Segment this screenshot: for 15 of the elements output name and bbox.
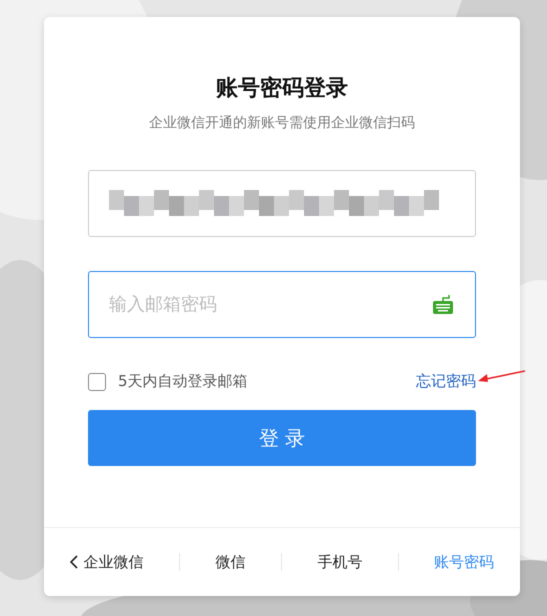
chevron-left-icon	[70, 555, 78, 569]
login-method-tab[interactable]: 账号密码	[434, 552, 494, 572]
account-field[interactable]	[88, 170, 476, 237]
login-button[interactable]: 登 录	[88, 410, 476, 466]
login-method-tab[interactable]: 微信	[216, 552, 246, 572]
login-subtitle: 企业微信开通的新账号需使用企业微信扫码	[148, 114, 416, 133]
remember-label: 5天内自动登录邮箱	[118, 372, 248, 391]
keyboard-icon[interactable]	[432, 293, 454, 315]
forgot-password-link[interactable]: 忘记密码	[416, 372, 476, 391]
password-field[interactable]: 输入邮箱密码	[88, 271, 476, 338]
annotation-arrow	[478, 370, 526, 384]
login-method-tab[interactable]: 手机号	[317, 552, 362, 572]
login-method-tab[interactable]: 企业微信	[70, 552, 144, 572]
login-title: 账号密码登录	[215, 75, 349, 103]
remember-checkbox[interactable]	[88, 372, 106, 390]
